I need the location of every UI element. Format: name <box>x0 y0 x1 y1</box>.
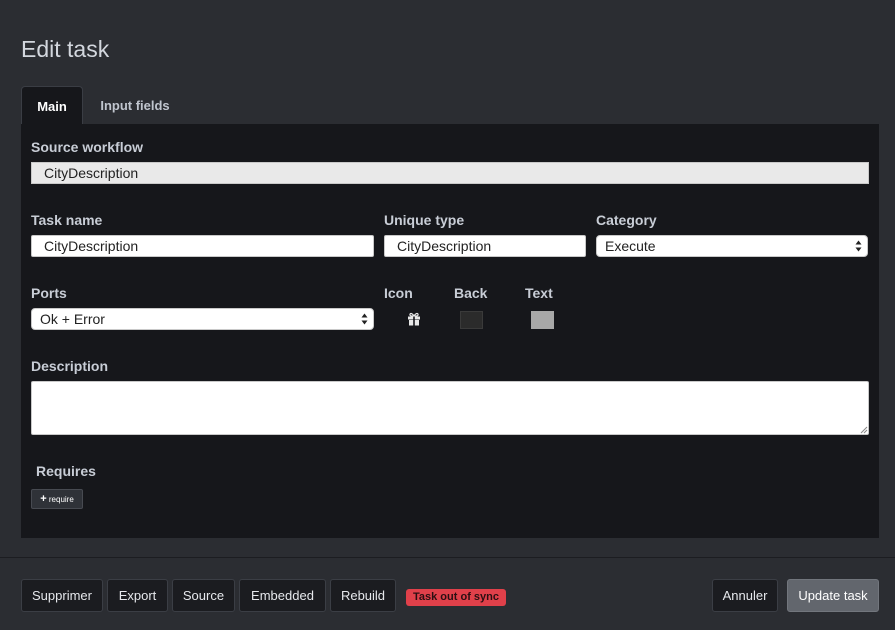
update-task-button[interactable]: Update task <box>787 579 879 612</box>
category-label: Category <box>596 212 657 228</box>
dialog-title: Edit task <box>21 36 110 62</box>
select-arrows-icon <box>855 240 862 252</box>
footer-divider <box>0 557 895 558</box>
unique-type-field[interactable] <box>384 235 586 257</box>
tab-main[interactable]: Main <box>21 86 83 125</box>
source-workflow-field[interactable] <box>31 162 869 184</box>
task-name-label: Task name <box>31 212 103 228</box>
rebuild-button[interactable]: Rebuild <box>330 579 396 612</box>
tab-input-fields[interactable]: Input fields <box>83 86 187 125</box>
sync-status-badge: Task out of sync <box>406 589 506 606</box>
select-arrows-icon <box>361 313 368 325</box>
ports-label: Ports <box>31 285 67 301</box>
text-color-label: Text <box>525 285 553 301</box>
icon-label: Icon <box>384 285 413 301</box>
cancel-button[interactable]: Annuler <box>712 579 778 612</box>
resize-handle-icon[interactable] <box>860 426 868 434</box>
unique-type-label: Unique type <box>384 212 465 228</box>
ports-select[interactable]: Ok + Error <box>31 308 374 330</box>
edit-task-dialog: Edit task Main Input fields Source workf… <box>0 0 895 630</box>
delete-button[interactable]: Supprimer <box>21 579 103 612</box>
back-color-swatch[interactable] <box>460 311 483 329</box>
add-require-button[interactable]: + require <box>31 489 83 509</box>
description-textarea[interactable] <box>31 381 869 435</box>
back-color-label: Back <box>454 285 488 301</box>
ports-value: Ok + Error <box>40 311 105 327</box>
add-require-label: require <box>48 495 74 504</box>
source-button[interactable]: Source <box>172 579 235 612</box>
gift-icon[interactable] <box>407 312 421 326</box>
main-panel <box>21 124 879 538</box>
text-color-swatch[interactable] <box>531 311 554 329</box>
category-select[interactable]: Execute <box>596 235 868 257</box>
task-name-field[interactable] <box>31 235 374 257</box>
requires-label: Requires <box>36 463 96 479</box>
description-label: Description <box>31 358 109 374</box>
embedded-button[interactable]: Embedded <box>239 579 326 612</box>
export-button[interactable]: Export <box>107 579 168 612</box>
category-value: Execute <box>605 238 656 254</box>
source-workflow-label: Source workflow <box>31 139 144 155</box>
plus-icon: + <box>40 493 47 505</box>
